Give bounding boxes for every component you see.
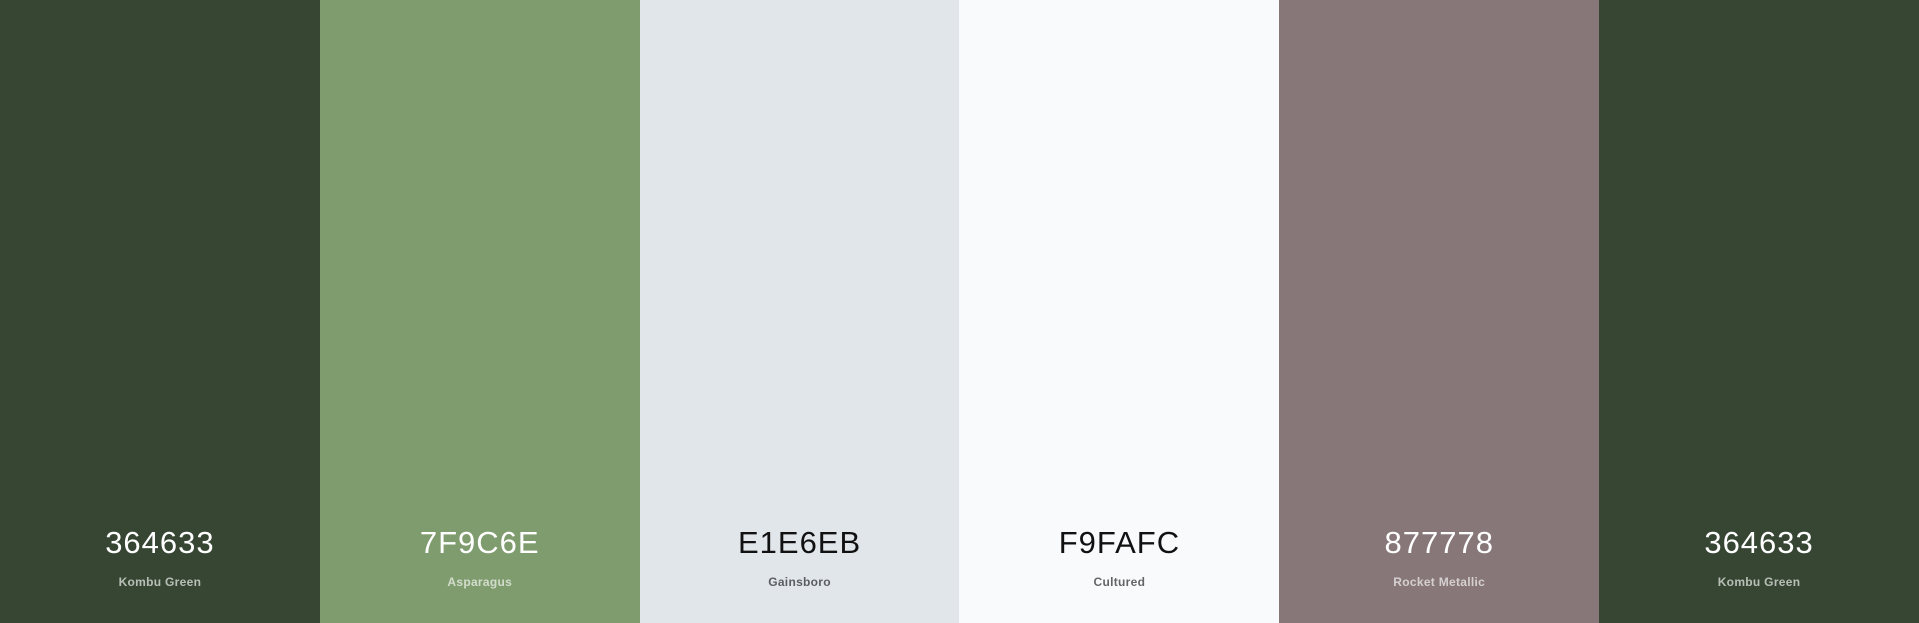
color-swatch[interactable]: F9FAFC Cultured [959, 0, 1280, 623]
swatch-info: 364633 Kombu Green [0, 527, 320, 588]
swatch-info: 7F9C6E Asparagus [320, 527, 640, 588]
swatch-color-name: Cultured [1093, 575, 1146, 589]
swatch-info: 877778 Rocket Metallic [1279, 527, 1599, 588]
swatch-hex-code[interactable]: E1E6EB [640, 527, 960, 558]
color-swatch[interactable]: E1E6EB Gainsboro [639, 0, 960, 623]
swatch-color-name: Rocket Metallic [1393, 575, 1486, 589]
swatch-hex-code[interactable]: 877778 [1279, 527, 1599, 558]
swatch-hex-code[interactable]: 364633 [0, 527, 320, 558]
swatch-hex-code[interactable]: 364633 [1599, 527, 1919, 558]
swatch-color-name: Asparagus [447, 575, 513, 589]
color-swatch[interactable]: 364633 Kombu Green [1599, 0, 1919, 623]
swatch-hex-code[interactable]: 7F9C6E [320, 527, 640, 558]
swatch-info: 364633 Kombu Green [1599, 527, 1919, 588]
color-palette: 364633 Kombu Green 7F9C6E Asparagus E1E6… [0, 0, 1919, 623]
color-swatch[interactable]: 7F9C6E Asparagus [319, 0, 640, 623]
color-swatch[interactable]: 877778 Rocket Metallic [1279, 0, 1600, 623]
swatch-info: E1E6EB Gainsboro [640, 527, 960, 588]
swatch-color-name: Kombu Green [1717, 575, 1801, 589]
swatch-info: F9FAFC Cultured [959, 527, 1279, 588]
swatch-hex-code[interactable]: F9FAFC [959, 527, 1279, 558]
swatch-color-name: Gainsboro [768, 575, 831, 589]
swatch-color-name: Kombu Green [118, 575, 202, 589]
color-swatch[interactable]: 364633 Kombu Green [0, 0, 320, 623]
